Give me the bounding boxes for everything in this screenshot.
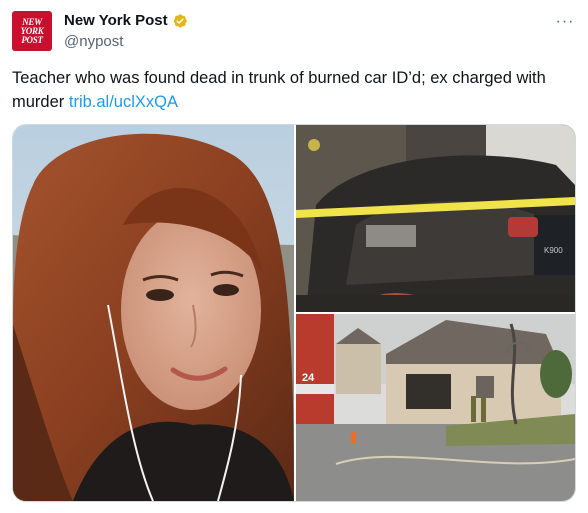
more-options-icon[interactable]: ··· (555, 12, 575, 32)
tweet-text: Teacher who was found dead in trunk of b… (12, 66, 582, 114)
verified-badge-icon (173, 14, 187, 28)
nypost-avatar[interactable]: NEW YORK POST (12, 11, 52, 51)
account-name-row: New York Post (64, 11, 188, 31)
tweet-link[interactable]: trib.al/uclXxQA (69, 93, 178, 111)
avatar-line-3: POST (21, 35, 43, 45)
burned-car-photo[interactable]: K900 (296, 125, 575, 312)
woman-selfie-photo[interactable] (13, 125, 294, 501)
display-name[interactable]: New York Post (64, 11, 168, 31)
car-plate-text: K900 (544, 246, 563, 255)
account-handle[interactable]: @nypost (64, 32, 123, 52)
media-grid: K900 24 (12, 124, 576, 502)
fire-truck-number: 24 (302, 372, 315, 384)
house-fire-scene-photo[interactable]: 24 (296, 314, 575, 501)
